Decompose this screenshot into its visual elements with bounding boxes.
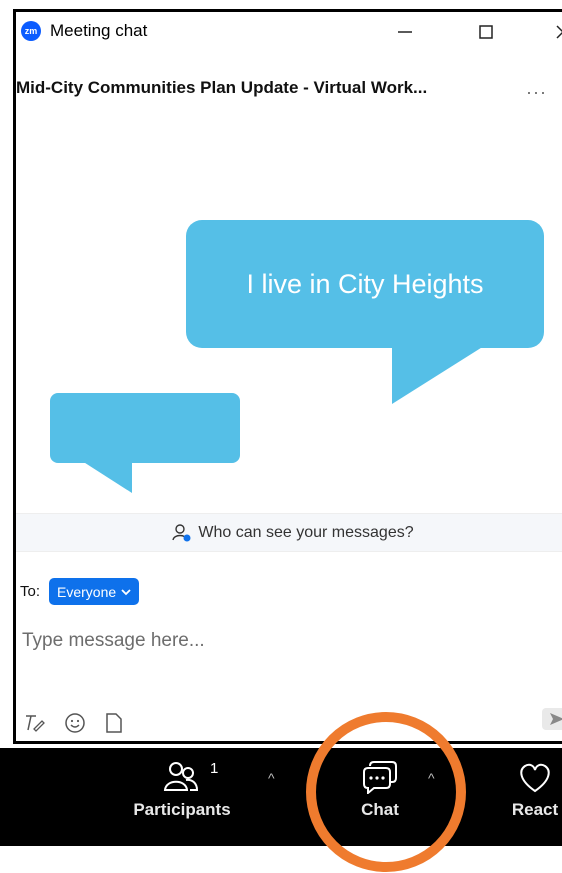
speech-bubble-small-tail	[82, 461, 132, 493]
minimize-button[interactable]	[393, 20, 417, 44]
file-icon[interactable]	[104, 712, 124, 734]
message-input[interactable]	[20, 620, 544, 662]
close-icon	[556, 25, 562, 39]
participants-button[interactable]: 1 Participants	[122, 760, 242, 820]
participants-label: Participants	[133, 800, 231, 819]
recipient-row: To: Everyone	[20, 578, 140, 605]
composer-tools	[24, 712, 124, 734]
emoji-icon[interactable]	[64, 712, 86, 734]
participants-icon	[163, 762, 199, 791]
meeting-title: Mid-City Communities Plan Update - Virtu…	[16, 78, 428, 97]
minimize-icon	[398, 31, 412, 33]
participants-options-caret[interactable]: ^	[268, 770, 275, 786]
react-button[interactable]: React	[500, 760, 562, 820]
chat-icon	[363, 761, 397, 794]
chat-button[interactable]: Chat	[340, 760, 420, 820]
speech-bubble-large-tail	[392, 346, 484, 404]
recipient-value: Everyone	[57, 583, 117, 600]
window-title: Meeting chat	[50, 21, 148, 40]
participants-count: 1	[210, 760, 219, 777]
send-icon	[550, 713, 562, 725]
meeting-toolbar: 1 Participants ^ Chat ^ React	[0, 748, 562, 846]
speech-bubble-text: I live in City Heights	[246, 268, 484, 299]
maximize-button[interactable]	[474, 20, 498, 44]
react-label: React	[511, 800, 559, 819]
recipient-dropdown[interactable]: Everyone	[49, 578, 140, 605]
format-text-icon[interactable]	[24, 713, 46, 733]
maximize-icon	[479, 25, 493, 39]
close-button[interactable]	[551, 20, 562, 44]
more-dots-icon[interactable]: ···	[526, 82, 547, 103]
privacy-text: Who can see your messages?	[198, 523, 414, 541]
to-label: To:	[20, 583, 41, 600]
title-bar: zm Meeting chat	[16, 12, 562, 50]
participant-privacy-icon	[172, 523, 191, 541]
speech-bubble-large: I live in City Heights	[186, 220, 544, 348]
chat-options-caret[interactable]: ^	[428, 770, 435, 786]
meeting-header: Mid-City Communities Plan Update - Virtu…	[16, 68, 562, 109]
chat-label: Chat	[361, 800, 399, 819]
send-button[interactable]	[542, 708, 562, 730]
speech-bubble-small	[50, 393, 240, 463]
chevron-down-icon	[121, 588, 131, 595]
heart-icon	[520, 763, 550, 793]
zoom-logo-icon: zm	[21, 21, 41, 41]
privacy-notice[interactable]: Who can see your messages?	[16, 513, 562, 552]
